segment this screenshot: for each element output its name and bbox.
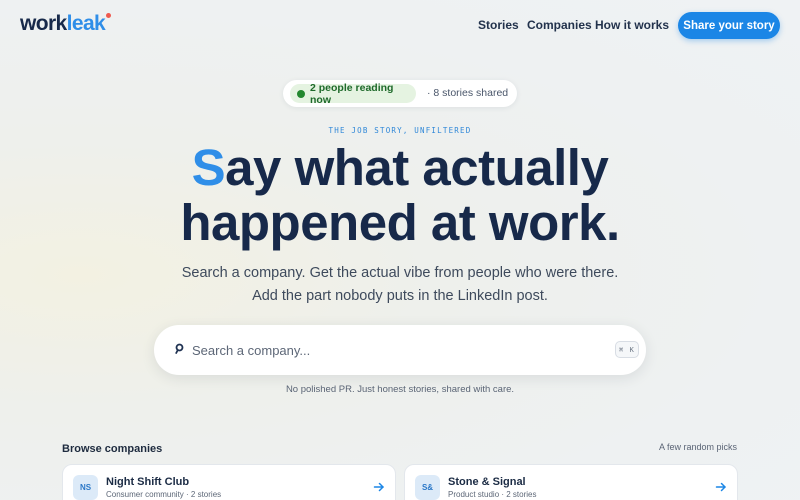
search-icon: [175, 343, 184, 354]
company-avatar: S&: [415, 475, 440, 500]
nav-link-companies[interactable]: Companies: [527, 18, 592, 32]
search-tagline: No polished PR. Just honest stories, sha…: [285, 384, 515, 395]
nav-link-stories[interactable]: Stories: [478, 18, 519, 32]
activity-pill: 2 people reading now · 8 stories shared: [283, 80, 517, 107]
hero-eyebrow: THE JOB STORY, UNFILTERED: [328, 126, 472, 135]
hero-subtitle: Search a company. Get the actual vibe fr…: [0, 262, 800, 308]
keyboard-shortcut-badge: ⌘ K: [615, 341, 639, 358]
workleak-logo[interactable]: workleak: [20, 12, 112, 36]
browse-section-title: Browse companies: [62, 443, 163, 455]
logo-main-text: work: [20, 12, 67, 35]
search-input[interactable]: [192, 338, 572, 362]
live-readers-text: 2 people reading now: [310, 81, 394, 106]
company-search-bar[interactable]: ⌘ K: [154, 325, 646, 375]
nav-link-how-it-works[interactable]: How it works: [595, 18, 669, 32]
company-avatar: NS: [73, 475, 98, 500]
company-card-night-shift-club[interactable]: NS Night Shift Club Consumer community ·…: [62, 464, 396, 500]
live-readers-badge: 2 people reading now: [290, 81, 416, 106]
company-meta: Consumer community · 2 stories: [106, 490, 222, 499]
arrow-right-icon: [373, 482, 384, 492]
logo-accent-text: leak: [66, 12, 106, 35]
headline-line2: happened at work.: [180, 194, 620, 251]
top-nav: workleak Stories Companies How it works …: [0, 0, 800, 50]
logo-dot: [106, 13, 112, 18]
subtitle-line2: Add the part nobody puts in the LinkedIn…: [252, 288, 548, 304]
headline-first-letter: S: [191, 139, 226, 196]
company-name: Night Shift Club: [106, 476, 190, 488]
headline-line1: ay what actually: [225, 139, 609, 196]
browse-section-hint: A few random picks: [658, 442, 737, 452]
subtitle-line1: Search a company. Get the actual vibe fr…: [181, 265, 619, 281]
share-your-story-button[interactable]: Share your story: [678, 12, 780, 39]
company-card-stone-and-signal[interactable]: S& Stone & Signal Product studio · 2 sto…: [404, 464, 738, 500]
stories-count: · 8 stories shared: [427, 87, 509, 99]
arrow-right-icon: [715, 482, 726, 492]
company-meta: Product studio · 2 stories: [448, 490, 537, 499]
hero-headline: Say what actually happened at work.: [0, 140, 800, 250]
company-name: Stone & Signal: [448, 476, 526, 488]
live-indicator-icon: [297, 89, 305, 98]
